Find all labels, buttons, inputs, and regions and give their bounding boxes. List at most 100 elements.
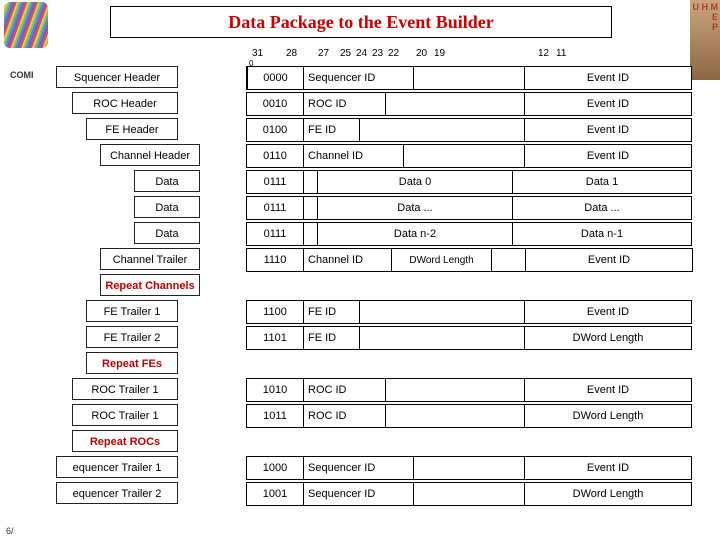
label-roc-trailer-1: ROC Trailer 1	[72, 378, 178, 400]
field-fe-id: FE ID	[303, 327, 359, 349]
spacer	[385, 379, 524, 401]
spacer	[303, 197, 317, 219]
label-seq-trailer-2: equencer Trailer 2	[56, 482, 178, 504]
row-roc-trailer-1: ROC Trailer 1 1010 ROC ID Event ID	[56, 378, 692, 402]
badge-uhm: U H M E P	[690, 0, 720, 80]
row-seq-header: Squencer Header 0 0000 Sequencer ID Even…	[56, 66, 692, 90]
code: 0100	[247, 119, 303, 141]
bit-31: 31	[252, 48, 263, 59]
field-data-right: Data n-1	[512, 223, 691, 245]
label-roc-header: ROC Header	[72, 92, 178, 114]
spacer	[491, 249, 525, 271]
field-event-id: Event ID	[524, 145, 691, 167]
code: 0000	[247, 67, 303, 89]
field-seq-id: Sequencer ID	[303, 483, 413, 505]
row-roc-header: ROC Header 0010 ROC ID Event ID	[56, 92, 692, 116]
field-dword-len: DWord Length	[524, 327, 691, 349]
uhm-line1: U H M	[690, 2, 718, 12]
bit-11: 11	[556, 48, 566, 59]
field-dword-len: DWord Length	[391, 249, 491, 271]
label-seq-trailer-1: equencer Trailer 1	[56, 456, 178, 478]
row-data-0: Data 0111 Data 0 Data 1	[56, 170, 692, 194]
field-event-id: Event ID	[524, 67, 691, 89]
row-seq-trailer-2: equencer Trailer 2 1001 Sequencer ID DWo…	[56, 482, 692, 506]
bit-24: 24	[356, 48, 367, 59]
spacer	[413, 483, 524, 505]
row-repeat-rocs: Repeat ROCs	[56, 430, 692, 454]
code: 0110	[247, 145, 303, 167]
field-event-id: Event ID	[524, 119, 691, 141]
field-data-left: Data ...	[317, 197, 512, 219]
code: 1101	[247, 327, 303, 349]
label-ch-trailer: Channel Trailer	[100, 248, 200, 270]
field-event-id: Event ID	[525, 249, 692, 271]
code: 1010	[247, 379, 303, 401]
field-data-right: Data 1	[512, 171, 691, 193]
code: 1000	[247, 457, 303, 479]
row-fe-trailer-2: FE Trailer 2 1101 FE ID DWord Length	[56, 326, 692, 350]
row-ch-trailer: Channel Trailer 1110 Channel ID DWord Le…	[56, 248, 692, 272]
spacer	[359, 301, 524, 323]
field-fe-id: FE ID	[303, 301, 359, 323]
code: 1110	[247, 249, 303, 271]
label-seq-header: Squencer Header	[56, 66, 178, 88]
label-fe-header: FE Header	[86, 118, 178, 140]
row-repeat-fes: Repeat FEs	[56, 352, 692, 376]
logo-rainbow	[4, 2, 48, 48]
code: 1011	[247, 405, 303, 427]
spacer	[303, 171, 317, 193]
row-data-dots: Data 0111 Data ... Data ...	[56, 196, 692, 220]
label-repeat-channels: Repeat Channels	[100, 274, 200, 296]
field-event-id: Event ID	[524, 93, 691, 115]
bit-12: 12	[538, 48, 549, 59]
field-ch-id: Channel ID	[303, 249, 391, 271]
bit-23: 23	[372, 48, 383, 59]
bit-0-top: 0	[249, 59, 253, 68]
code: 1100	[247, 301, 303, 323]
spacer	[413, 457, 524, 479]
code: 0010	[247, 93, 303, 115]
field-data-right: Data ...	[512, 197, 691, 219]
spacer	[385, 93, 524, 115]
code: 0111	[247, 197, 303, 219]
row-fe-header: FE Header 0100 FE ID Event ID	[56, 118, 692, 142]
field-dword-len: DWord Length	[524, 405, 691, 427]
bit-22: 22	[388, 48, 399, 59]
field-ch-id: Channel ID	[303, 145, 403, 167]
bit-25: 25	[340, 48, 351, 59]
spacer	[413, 67, 524, 89]
label-roc-trailer-2: ROC Trailer 1	[72, 404, 178, 426]
label-ch-header: Channel Header	[100, 144, 200, 166]
label-fe-trailer-1: FE Trailer 1	[86, 300, 178, 322]
row-data-n: Data 0111 Data n-2 Data n-1	[56, 222, 692, 246]
field-event-id: Event ID	[524, 379, 691, 401]
field-data-left: Data 0	[317, 171, 512, 193]
bit-27: 27	[318, 48, 329, 59]
code: 0111	[247, 223, 303, 245]
spacer	[359, 327, 524, 349]
field-roc-id: ROC ID	[303, 405, 385, 427]
footer-text: 6/	[6, 526, 14, 536]
spacer	[385, 405, 524, 427]
label-repeat-fes: Repeat FEs	[86, 352, 178, 374]
field-roc-id: ROC ID	[303, 93, 385, 115]
page-title: Data Package to the Event Builder	[110, 6, 612, 38]
row-fe-trailer-1: FE Trailer 1 1100 FE ID Event ID	[56, 300, 692, 324]
field-seq-id: Sequencer ID	[303, 67, 413, 89]
row-seq-trailer-1: equencer Trailer 1 1000 Sequencer ID Eve…	[56, 456, 692, 480]
bit-19: 19	[434, 48, 445, 59]
field-dword-len: DWord Length	[524, 483, 691, 505]
row-roc-trailer-2: ROC Trailer 1 1011 ROC ID DWord Length	[56, 404, 692, 428]
bit-20: 20	[416, 48, 427, 59]
label-data: Data	[134, 222, 200, 244]
field-event-id: Event ID	[524, 301, 691, 323]
compass-label: COMI	[10, 70, 34, 80]
code: 1001	[247, 483, 303, 505]
uhm-line3: P	[690, 22, 718, 32]
label-fe-trailer-2: FE Trailer 2	[86, 326, 178, 348]
field-seq-id: Sequencer ID	[303, 457, 413, 479]
field-roc-id: ROC ID	[303, 379, 385, 401]
label-repeat-rocs: Repeat ROCs	[72, 430, 178, 452]
field-fe-id: FE ID	[303, 119, 359, 141]
bit-28: 28	[286, 48, 297, 59]
